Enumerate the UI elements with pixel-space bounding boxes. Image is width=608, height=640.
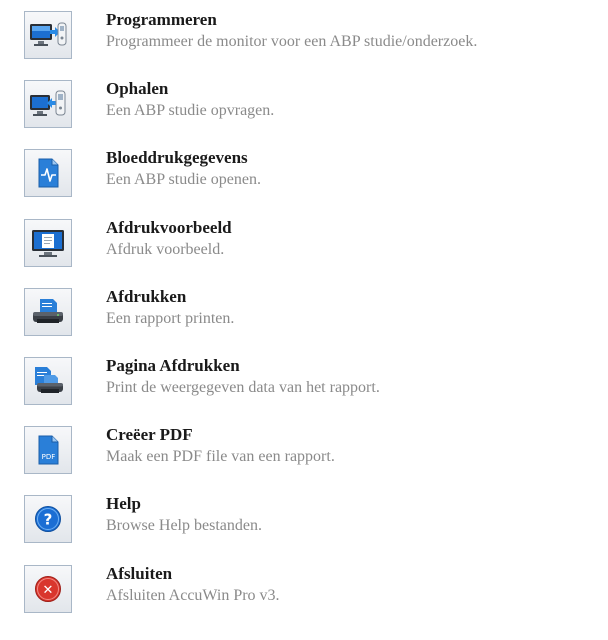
bloeddrukgegevens-button[interactable] bbox=[24, 149, 72, 198]
menu-item-programmeren[interactable]: Programmeren Programmeer de monitor voor… bbox=[24, 9, 594, 80]
menu-item-description: Maak een PDF file van een rapport. bbox=[106, 448, 335, 466]
help-icon-glyph: ? bbox=[44, 511, 53, 529]
afdrukken-button[interactable] bbox=[24, 287, 72, 336]
menu-item-title[interactable]: Bloeddrukgegevens bbox=[106, 147, 261, 169]
menu-item-description: Afdruk voorbeeld. bbox=[106, 240, 225, 258]
menu-item-description: Afsluiten AccuWin Pro v3. bbox=[106, 586, 280, 604]
menu-item-description: Een ABP studie openen. bbox=[106, 171, 261, 189]
help-icon: ? bbox=[33, 504, 63, 534]
menu-item-creeer-pdf[interactable]: PDF Creëer PDF Maak een PDF file van een… bbox=[24, 424, 594, 495]
afdrukvoorbeeld-button[interactable] bbox=[24, 218, 72, 267]
close-icon-glyph: ✕ bbox=[43, 583, 54, 598]
menu-item-description: Programmeer de monitor voor een ABP stud… bbox=[106, 33, 478, 50]
menu-item-description: Een rapport printen. bbox=[106, 309, 235, 327]
main-menu: Programmeren Programmeer de monitor voor… bbox=[24, 9, 594, 634]
menu-item-afsluiten[interactable]: ✕ Afsluiten Afsluiten AccuWin Pro v3. bbox=[24, 563, 594, 634]
print-preview-monitor-icon bbox=[30, 228, 66, 258]
programmeren-button[interactable] bbox=[24, 11, 72, 59]
menu-item-help[interactable]: ? Help Browse Help bestanden. bbox=[24, 493, 594, 564]
menu-item-afdrukken[interactable]: Afdrukken Een rapport printen. bbox=[24, 286, 594, 357]
menu-item-title[interactable]: Help bbox=[106, 493, 262, 515]
afsluiten-button[interactable]: ✕ bbox=[24, 564, 72, 613]
menu-item-title[interactable]: Afdrukken bbox=[106, 286, 234, 308]
menu-item-ophalen[interactable]: Ophalen Een ABP studie opvragen. bbox=[24, 78, 594, 149]
menu-item-title[interactable]: Ophalen bbox=[106, 78, 274, 100]
waveform-document-icon bbox=[33, 157, 63, 189]
menu-item-title[interactable]: Creëer PDF bbox=[106, 424, 335, 446]
print-page-icon bbox=[31, 365, 65, 397]
menu-item-pagina-afdrukken[interactable]: Pagina Afdrukken Print de weergegeven da… bbox=[24, 355, 594, 426]
menu-item-description: Print de weergegeven data van het rappor… bbox=[106, 378, 380, 396]
pdf-icon-label: PDF bbox=[42, 453, 56, 461]
menu-item-bloeddrukgegevens[interactable]: Bloeddrukgegevens Een ABP studie openen. bbox=[24, 147, 594, 218]
close-icon: ✕ bbox=[33, 574, 63, 604]
menu-item-description: Browse Help bestanden. bbox=[106, 517, 262, 535]
device-to-monitor-arrow-icon bbox=[29, 89, 67, 119]
menu-item-title[interactable]: Pagina Afdrukken bbox=[106, 355, 380, 377]
creeer-pdf-button[interactable]: PDF bbox=[24, 426, 72, 475]
menu-item-title[interactable]: Programmeren bbox=[106, 9, 477, 31]
menu-item-description: Een ABP studie opvragen. bbox=[106, 102, 275, 120]
pagina-afdrukken-button[interactable] bbox=[24, 356, 72, 405]
printer-icon bbox=[31, 297, 65, 327]
monitor-with-device-arrow-icon bbox=[29, 20, 67, 50]
help-button[interactable]: ? bbox=[24, 495, 72, 544]
menu-item-title[interactable]: Afdrukvoorbeeld bbox=[106, 217, 232, 239]
menu-item-title[interactable]: Afsluiten bbox=[106, 563, 280, 585]
pdf-document-icon: PDF bbox=[33, 434, 63, 466]
menu-item-afdrukvoorbeeld[interactable]: Afdrukvoorbeeld Afdruk voorbeeld. bbox=[24, 217, 594, 288]
ophalen-button[interactable] bbox=[24, 80, 72, 129]
